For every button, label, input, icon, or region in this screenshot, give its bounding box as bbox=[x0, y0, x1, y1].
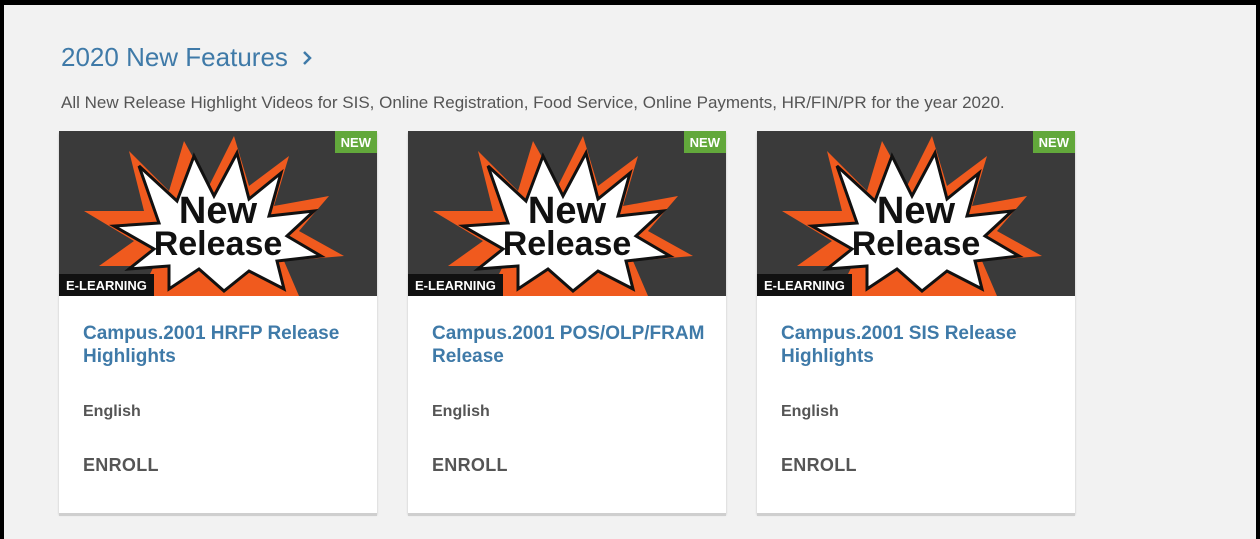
section-title-text: 2020 New Features bbox=[61, 42, 288, 72]
enroll-button[interactable]: ENROLL bbox=[781, 455, 857, 476]
thumb-text-release: Release bbox=[852, 225, 981, 263]
section-title-link[interactable]: 2020 New Features bbox=[61, 42, 316, 73]
chevron-right-icon bbox=[303, 50, 312, 65]
course-card[interactable]: New Release NEW E-LEARNING Campus.2001 H… bbox=[59, 131, 377, 516]
course-card-list: New Release NEW E-LEARNING Campus.2001 H… bbox=[59, 131, 1075, 516]
section-description: All New Release Highlight Videos for SIS… bbox=[61, 93, 1005, 112]
thumb-text-release: Release bbox=[503, 225, 632, 263]
course-title-link[interactable]: Campus.2001 SIS Release Highlights bbox=[781, 322, 1061, 368]
course-card[interactable]: New Release NEW E-LEARNING Campus.2001 S… bbox=[757, 131, 1075, 516]
enroll-button[interactable]: ENROLL bbox=[432, 455, 508, 476]
course-language: English bbox=[83, 403, 141, 420]
type-badge: E-LEARNING bbox=[59, 274, 154, 296]
course-thumbnail: New Release NEW E-LEARNING bbox=[757, 131, 1075, 296]
course-language: English bbox=[781, 403, 839, 420]
new-release-burst-image: New Release bbox=[782, 136, 1042, 296]
new-release-burst-image: New Release bbox=[84, 136, 344, 296]
enroll-button[interactable]: ENROLL bbox=[83, 455, 159, 476]
course-thumbnail: New Release NEW E-LEARNING bbox=[59, 131, 377, 296]
course-card[interactable]: New Release NEW E-LEARNING Campus.2001 P… bbox=[408, 131, 726, 516]
new-release-burst-image: New Release bbox=[433, 136, 693, 296]
course-title-link[interactable]: Campus.2001 POS/OLP/FRAM Release bbox=[432, 322, 712, 368]
page-frame: 2020 New Features All New Release Highli… bbox=[0, 0, 1260, 539]
new-badge: NEW bbox=[334, 131, 377, 153]
type-badge: E-LEARNING bbox=[757, 274, 852, 296]
new-badge: NEW bbox=[1032, 131, 1075, 153]
new-badge: NEW bbox=[683, 131, 726, 153]
course-thumbnail: New Release NEW E-LEARNING bbox=[408, 131, 726, 296]
course-language: English bbox=[432, 403, 490, 420]
type-badge: E-LEARNING bbox=[408, 274, 503, 296]
course-title-link[interactable]: Campus.2001 HRFP Release Highlights bbox=[83, 322, 363, 368]
thumb-text-release: Release bbox=[154, 225, 283, 263]
